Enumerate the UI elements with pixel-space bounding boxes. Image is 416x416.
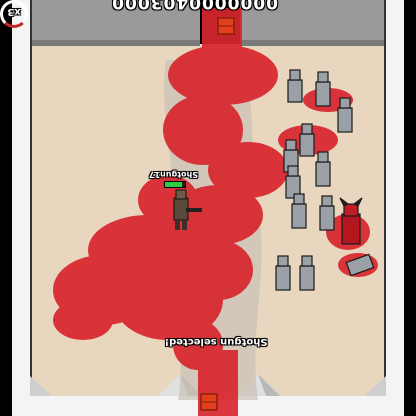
weapon-selected-message: Shotgun selected! (164, 336, 268, 347)
crate-top[interactable] (217, 17, 235, 35)
devil-boss (339, 197, 363, 245)
player-health-fill (165, 182, 182, 187)
game-screen[interactable]: 0000000403000 x3 Shotgun17 Shotgun selec… (0, 0, 416, 416)
player-health-bar (164, 181, 186, 188)
crate-bottom[interactable] (200, 393, 218, 411)
multiplier-label: x3 (7, 6, 21, 17)
arena (12, 0, 404, 416)
score-counter: 0000000403000 (111, 0, 278, 12)
player-name-tag: Shotgun17 (148, 170, 198, 179)
